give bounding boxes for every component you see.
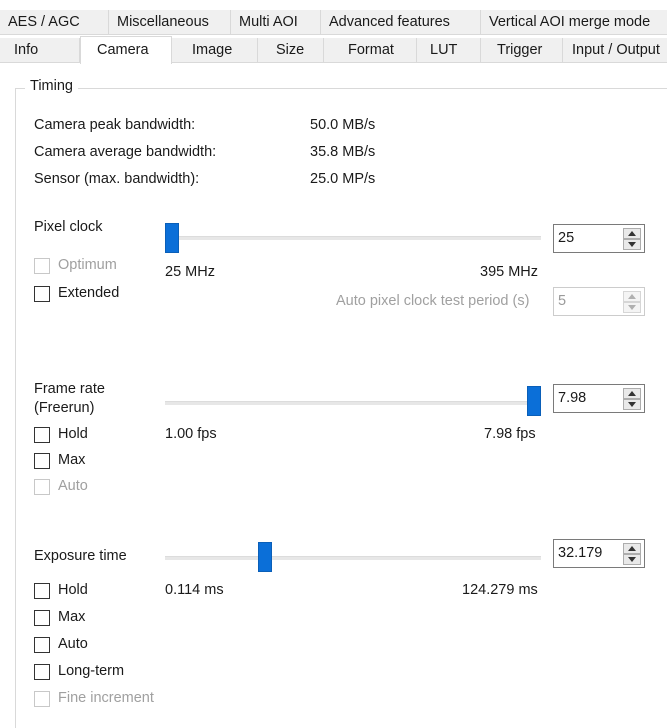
exposure-fine-increment-label: Fine increment bbox=[58, 690, 154, 706]
test-period-increase-button[interactable] bbox=[623, 291, 641, 302]
frame-rate-max-label: 7.98 fps bbox=[484, 426, 536, 442]
exposure-max-checkbox[interactable] bbox=[34, 610, 50, 626]
pixel-clock-spin-buttons bbox=[623, 228, 641, 250]
tab-image[interactable]: Image bbox=[172, 38, 258, 63]
test-period-label: Auto pixel clock test period (s) bbox=[336, 293, 530, 309]
arrow-down-icon bbox=[628, 402, 636, 407]
tab-vertical-aoi-merge-mode[interactable]: Vertical AOI merge mode bbox=[481, 10, 667, 35]
test-period-decrease-button[interactable] bbox=[623, 302, 641, 313]
exposure-long-term-label: Long-term bbox=[58, 663, 125, 679]
exposure-slider-thumb[interactable] bbox=[258, 542, 273, 572]
frame-rate-auto-checkbox[interactable] bbox=[34, 479, 50, 495]
tab-row-1: AES / AGC Miscellaneous Multi AOI Advanc… bbox=[0, 10, 667, 35]
exposure-auto-checkbox[interactable] bbox=[34, 637, 50, 653]
tab-lut[interactable]: LUT bbox=[417, 38, 481, 63]
tab-size[interactable]: Size bbox=[258, 38, 324, 63]
exposure-decrease-button[interactable] bbox=[623, 554, 641, 565]
test-period-spin-value[interactable]: 5 bbox=[558, 293, 566, 309]
arrow-up-icon bbox=[628, 391, 636, 396]
exposure-spin-value[interactable]: 32.179 bbox=[558, 545, 602, 561]
tab-row-2: Info Camera Image Size Format LUT Trigge… bbox=[0, 36, 667, 64]
frame-rate-spin-buttons bbox=[623, 388, 641, 410]
stat-average-bandwidth-value: 35.8 MB/s bbox=[310, 144, 376, 160]
tab-advanced-features[interactable]: Advanced features bbox=[321, 10, 481, 35]
arrow-down-icon bbox=[628, 305, 636, 310]
exposure-spinbox[interactable]: 32.179 bbox=[553, 539, 645, 568]
tab-format[interactable]: Format bbox=[324, 38, 417, 63]
tab-multi-aoi[interactable]: Multi AOI bbox=[231, 10, 321, 35]
optimum-checkbox-label: Optimum bbox=[58, 257, 117, 273]
tab-info[interactable]: Info bbox=[0, 38, 80, 63]
arrow-down-icon bbox=[628, 242, 636, 247]
exposure-spin-buttons bbox=[623, 543, 641, 565]
exposure-fine-increment-checkbox[interactable] bbox=[34, 691, 50, 707]
exposure-auto-label: Auto bbox=[58, 636, 88, 652]
exposure-hold-checkbox[interactable] bbox=[34, 583, 50, 599]
exposure-max-label-text: Max bbox=[58, 609, 86, 625]
extended-checkbox[interactable] bbox=[34, 286, 50, 302]
exposure-long-term-checkbox[interactable] bbox=[34, 664, 50, 680]
frame-rate-increase-button[interactable] bbox=[623, 388, 641, 399]
stat-sensor-bandwidth-label: Sensor (max. bandwidth): bbox=[34, 171, 200, 187]
optimum-checkbox[interactable] bbox=[34, 258, 50, 274]
test-period-spin-buttons bbox=[623, 291, 641, 313]
frame-rate-hold-checkbox[interactable] bbox=[34, 427, 50, 443]
exposure-min-label: 0.114 ms bbox=[165, 582, 224, 598]
pixel-clock-slider-thumb[interactable] bbox=[165, 223, 179, 253]
stat-sensor-bandwidth-value: 25.0 MP/s bbox=[310, 171, 376, 187]
tab-aes-agc[interactable]: AES / AGC bbox=[0, 10, 109, 35]
frame-rate-min-label: 1.00 fps bbox=[165, 426, 217, 442]
pixel-clock-slider-track[interactable] bbox=[165, 236, 541, 240]
exposure-max-label: 124.279 ms bbox=[462, 582, 538, 598]
pixel-clock-decrease-button[interactable] bbox=[623, 239, 641, 250]
frame-rate-label: Frame rate bbox=[34, 381, 105, 397]
frame-rate-mode-label: (Freerun) bbox=[34, 400, 95, 416]
pixel-clock-label: Pixel clock bbox=[34, 219, 103, 235]
tab-miscellaneous[interactable]: Miscellaneous bbox=[109, 10, 231, 35]
pixel-clock-spin-value[interactable]: 25 bbox=[558, 230, 574, 246]
tab-trigger[interactable]: Trigger bbox=[481, 38, 563, 63]
exposure-increase-button[interactable] bbox=[623, 543, 641, 554]
frame-rate-max-label-text: Max bbox=[58, 452, 86, 468]
frame-rate-max-checkbox[interactable] bbox=[34, 453, 50, 469]
pixel-clock-increase-button[interactable] bbox=[623, 228, 641, 239]
pixel-clock-spinbox[interactable]: 25 bbox=[553, 224, 645, 253]
frame-rate-spinbox[interactable]: 7.98 bbox=[553, 384, 645, 413]
arrow-up-icon bbox=[628, 294, 636, 299]
extended-checkbox-label: Extended bbox=[58, 285, 120, 301]
frame-rate-decrease-button[interactable] bbox=[623, 399, 641, 410]
frame-rate-hold-label: Hold bbox=[58, 426, 88, 442]
pixel-clock-min-label: 25 MHz bbox=[165, 264, 215, 280]
stat-average-bandwidth-label: Camera average bandwidth: bbox=[34, 144, 217, 160]
frame-rate-slider-thumb[interactable] bbox=[527, 386, 541, 416]
arrow-up-icon bbox=[628, 546, 636, 551]
stat-peak-bandwidth-label: Camera peak bandwidth: bbox=[34, 117, 196, 133]
test-period-spinbox[interactable]: 5 bbox=[553, 287, 645, 316]
arrow-down-icon bbox=[628, 557, 636, 562]
tab-camera[interactable]: Camera bbox=[80, 36, 172, 64]
tab-input-output[interactable]: Input / Output bbox=[563, 38, 667, 63]
timing-title: Timing bbox=[25, 78, 78, 94]
arrow-up-icon bbox=[628, 231, 636, 236]
exposure-hold-label: Hold bbox=[58, 582, 88, 598]
stat-peak-bandwidth-value: 50.0 MB/s bbox=[310, 117, 376, 133]
frame-rate-auto-label: Auto bbox=[58, 478, 88, 494]
frame-rate-spin-value[interactable]: 7.98 bbox=[558, 390, 586, 406]
exposure-time-label: Exposure time bbox=[34, 548, 127, 564]
frame-rate-slider-track[interactable] bbox=[165, 401, 541, 405]
exposure-slider-track[interactable] bbox=[165, 556, 541, 560]
pixel-clock-max-label: 395 MHz bbox=[480, 264, 539, 280]
